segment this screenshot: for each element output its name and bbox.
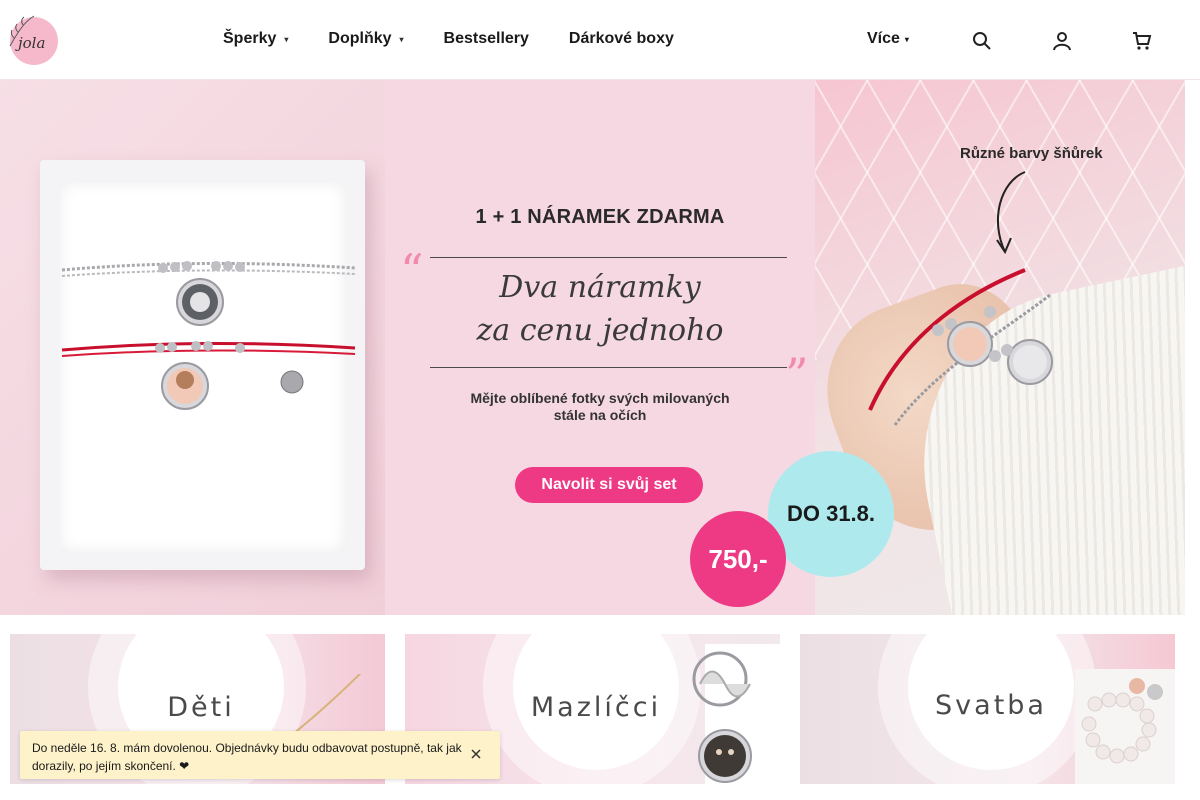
nav-label: Bestsellery — [443, 30, 529, 47]
promo-subtitle: Mějte oblíbené fotky svých milovaných st… — [385, 390, 815, 424]
pearl-bracelet-image — [1075, 669, 1175, 784]
cord-colors-label: Různé barvy šňůrek — [960, 145, 1103, 162]
site-logo[interactable]: jola — [4, 10, 62, 68]
price-badge: 750,- — [690, 511, 786, 607]
divider — [430, 257, 787, 258]
nav-label: Doplňky — [328, 30, 392, 47]
nav-label: Šperky — [223, 30, 277, 47]
divider — [430, 367, 787, 368]
user-icon[interactable] — [1052, 31, 1072, 51]
svg-text:jola: jola — [15, 34, 45, 52]
chevron-down-icon: ▾ — [399, 34, 404, 44]
chevron-down-icon: ▾ — [284, 34, 289, 44]
nav-item-more[interactable]: Více ▾ — [867, 30, 909, 48]
hero-photo-box — [0, 80, 385, 615]
promo-title: 1 + 1 NÁRAMEK ZDARMA — [475, 206, 725, 228]
category-card-svatba[interactable]: Svatba — [800, 634, 1175, 784]
promo-subtitle-line2: stále na očích — [553, 407, 647, 423]
keychain-image — [692, 644, 780, 784]
search-icon[interactable] — [972, 31, 992, 51]
bracelet-image — [61, 261, 356, 410]
category-label: Mazlíčci — [530, 692, 662, 723]
vacation-notice: Do neděle 16. 8. mám dovolenou. Objednáv… — [20, 731, 500, 779]
nav-label: Dárkové boxy — [568, 30, 674, 47]
hero-banner[interactable]: 1 + 1 NÁRAMEK ZDARMA “ Dva náramky za ce… — [0, 80, 1185, 615]
nav-item-bestsellery[interactable]: Bestsellery — [444, 30, 529, 48]
close-icon[interactable] — [468, 746, 484, 762]
site-header: jola Šperky ▾ Doplňky ▾ Bestsellery Dárk… — [0, 0, 1200, 80]
notice-text: Do neděle 16. 8. mám dovolenou. Objednáv… — [32, 741, 462, 773]
promo-subtitle-line1: Mějte oblíbené fotky svých milovaných — [470, 390, 730, 406]
cart-icon[interactable] — [1132, 31, 1152, 51]
nav-label: Více — [867, 30, 900, 47]
promo-script-line1: Dva náramky — [499, 270, 701, 305]
deadline-badge: DO 31.8. — [768, 451, 894, 577]
nav-item-darkove-boxy[interactable]: Dárkové boxy — [569, 30, 674, 48]
category-label: Děti — [167, 692, 235, 723]
choose-set-button[interactable]: Navolit si svůj set — [515, 467, 703, 503]
category-label: Svatba — [935, 690, 1047, 721]
main-nav: Šperky ▾ Doplňky ▾ Bestsellery Dárkové b… — [223, 30, 714, 48]
nav-item-doplnky[interactable]: Doplňky ▾ — [328, 30, 403, 48]
promo-script-line2: za cenu jednoho — [476, 313, 724, 348]
chevron-down-icon: ▾ — [904, 34, 909, 44]
nav-item-sperky[interactable]: Šperky ▾ — [223, 30, 288, 48]
